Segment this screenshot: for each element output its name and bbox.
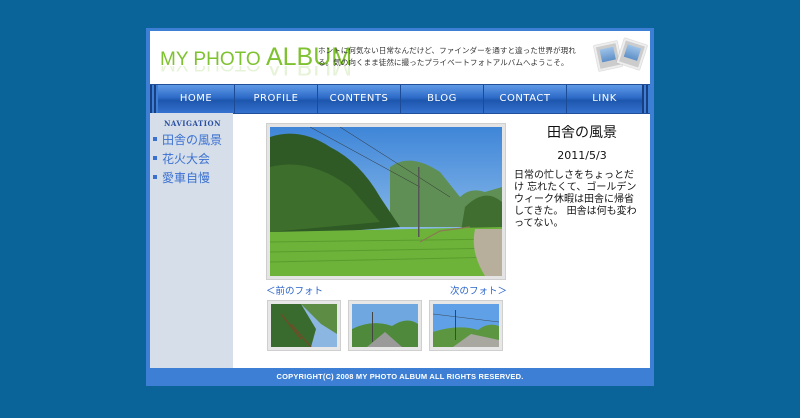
bullet-icon [153,155,157,160]
bullet-icon [153,136,157,141]
thumbnail-2[interactable] [348,300,422,351]
nav-stripes-right [642,85,650,113]
photo-date: 2011/5/3 [557,149,607,162]
site-body: MY PHOTO ALBUM MY PHOTO ALBUM ホントに何気ない日常… [150,31,650,371]
next-photo-link[interactable]: 次のフォト＞ [450,283,507,297]
site-tagline: ホントに何気ない日常なんだけど、ファインダーを通すと違った世界が現れる。気の向く… [318,46,576,67]
prev-photo-link[interactable]: ＜前のフォト [266,283,323,297]
bullet-icon [153,174,157,179]
sidebar-link-car[interactable]: 愛車自慢 [153,169,210,186]
thumbnail-3[interactable] [429,300,503,351]
sidebar-link-label: 花火大会 [162,152,211,166]
photo-stack-icon [590,35,648,83]
sidebar-link-label: 愛車自慢 [162,171,211,185]
site-footer: COPYRIGHT(C) 2008 MY PHOTO ALBUM ALL RIG… [146,368,654,386]
nav-blog[interactable]: BLOG [401,85,484,113]
thumbnail-1[interactable] [267,300,341,351]
thumbnail-image [352,304,418,347]
site-header: MY PHOTO ALBUM MY PHOTO ALBUM ホントに何気ない日常… [150,31,650,84]
nav-home[interactable]: HOME [158,85,235,113]
landscape-photo [270,127,502,276]
thumbnail-image [433,304,499,347]
sidebar-heading: NAVIGATION [164,119,222,128]
sidebar-link-fireworks[interactable]: 花火大会 [153,150,210,167]
nav-stripes-left [150,85,158,113]
nav-contact[interactable]: CONTACT [484,85,567,113]
main-nav: HOME PROFILE CONTENTS BLOG CONTACT LINK [150,84,650,114]
sidebar-link-countryside[interactable]: 田舎の風景 [153,131,222,148]
nav-profile[interactable]: PROFILE [235,85,318,113]
logo-reflection-small: MY PHOTO [160,66,266,74]
thumbnail-image [271,304,337,347]
photo-title: 田舎の風景 [547,125,617,141]
site-frame: MY PHOTO ALBUM MY PHOTO ALBUM ホントに何気ない日常… [146,28,654,386]
sidebar-link-label: 田舎の風景 [162,133,223,147]
nav-contents[interactable]: CONTENTS [318,85,401,113]
main-photo[interactable] [266,123,506,280]
sidebar: NAVIGATION 田舎の風景 花火大会 愛車自慢 [150,113,233,371]
photo-description: 日常の忙しさをちょっとだけ 忘れたくて、ゴールデンウィーク休暇は田舎に帰省してき… [514,170,637,229]
nav-link[interactable]: LINK [567,85,642,113]
